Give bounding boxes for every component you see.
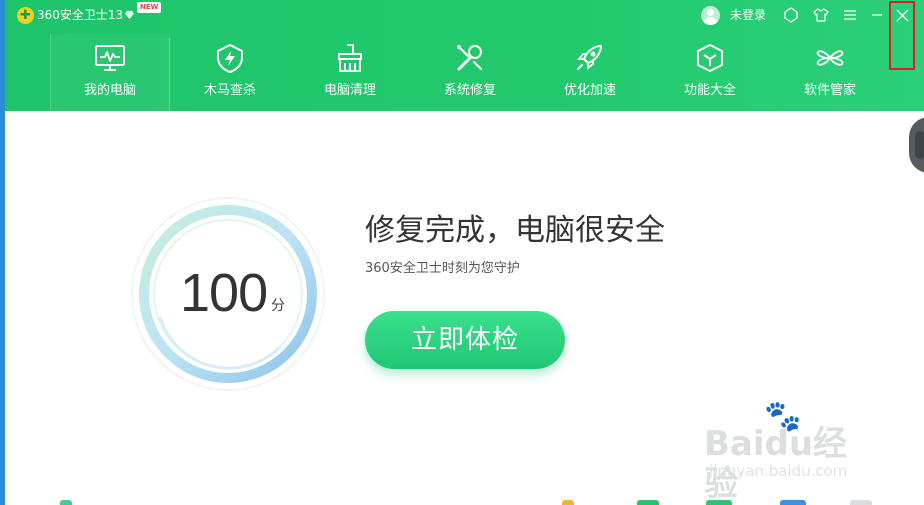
baidu-watermark: 🐾 Baidu经验 jingyan.baidu.com [704, 402, 879, 505]
shield-bolt-icon [217, 44, 243, 73]
nav-system-repair[interactable]: 系统修复 [410, 38, 530, 111]
nav-all-features[interactable]: 功能大全 [650, 38, 770, 111]
nav-label: 我的电脑 [83, 83, 136, 98]
watermark-url: jingyan.baidu.com [709, 462, 848, 480]
status-subtitle: 360安全卫士时刻为您守护 [365, 261, 520, 276]
nav-label: 电脑清理 [323, 83, 376, 98]
app-logo-icon: ✚ [17, 7, 34, 24]
check-now-button[interactable]: 立即体检 [365, 311, 565, 369]
close-highlight-box [889, 1, 915, 70]
nav-trojan-scan[interactable]: 木马查杀 [170, 38, 290, 111]
rocket-icon [577, 45, 602, 70]
apps-icon [816, 50, 844, 66]
nav-label: 功能大全 [683, 83, 736, 98]
wrench-icon [457, 45, 483, 71]
monitor-icon [95, 45, 125, 71]
nav-software-manager[interactable]: 软件管家 [770, 38, 890, 111]
app-title: 360安全卫士13 [37, 8, 124, 22]
app-header: ✚ 360安全卫士13 NEW 未登录 我的电脑 木马查杀 电脑清理 系统修复 … [5, 0, 924, 111]
nav-speedup[interactable]: 优化加速 [530, 38, 650, 111]
nav-label: 木马查杀 [203, 83, 256, 98]
new-badge: NEW [137, 2, 162, 13]
login-link[interactable]: 未登录 [730, 7, 766, 24]
nav-label: 系统修复 [443, 83, 496, 98]
side-float-widget[interactable] [909, 117, 924, 173]
status-title: 修复完成，电脑很安全 [365, 213, 665, 248]
cube-icon [697, 44, 723, 72]
nav-label: 软件管家 [803, 83, 856, 98]
nav-my-computer[interactable]: 我的电脑 [50, 38, 170, 111]
minimize-icon[interactable] [866, 4, 888, 26]
nav-label: 优化加速 [563, 83, 616, 98]
shirt-icon[interactable] [810, 4, 832, 26]
diamond-icon [125, 10, 134, 19]
nav-cleanup[interactable]: 电脑清理 [290, 38, 410, 111]
skin-icon[interactable] [780, 4, 802, 26]
menu-icon[interactable] [839, 4, 861, 26]
score-unit: 分 [271, 298, 285, 314]
broom-icon [338, 44, 362, 72]
score-value: 100 [180, 263, 268, 323]
user-avatar[interactable] [701, 6, 720, 25]
